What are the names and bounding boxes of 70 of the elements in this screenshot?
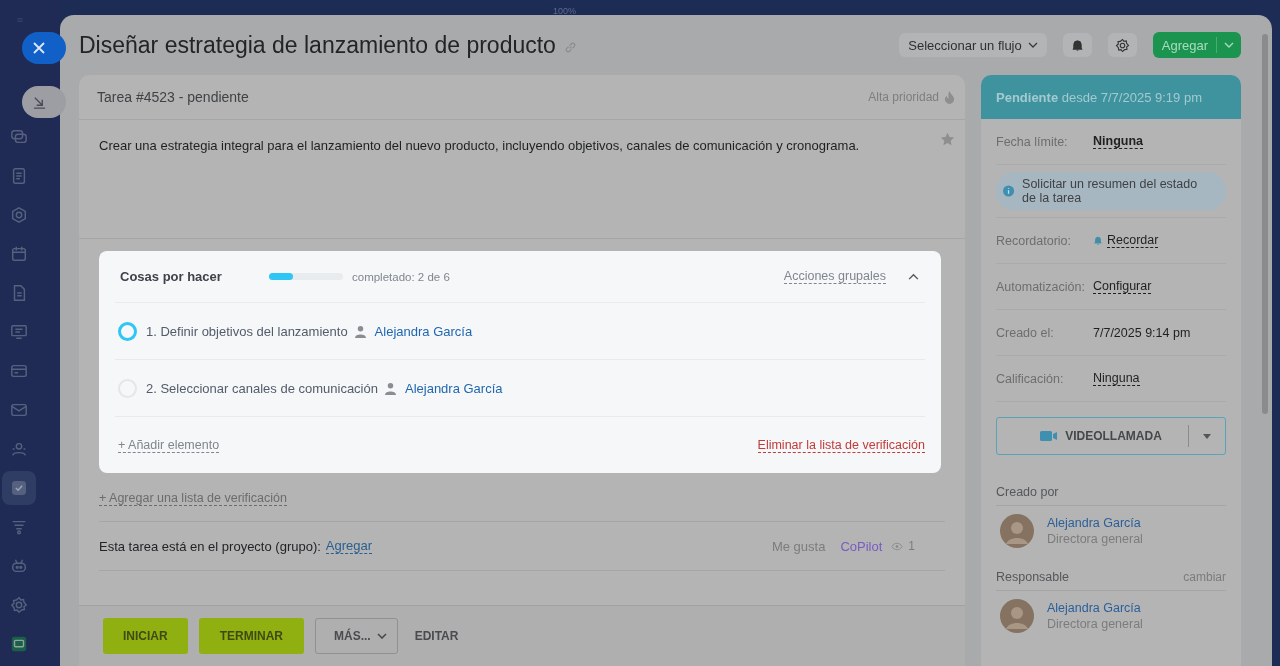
field-label: Automatización: (996, 279, 1086, 294)
chevron-down-icon (1027, 42, 1038, 48)
status-summary-button[interactable]: Solicitar un resumen del estado de la tarea (996, 172, 1226, 210)
info-icon (1003, 184, 1015, 198)
bell-icon (1070, 38, 1084, 52)
delete-checklist-link[interactable]: Eliminar la lista de verificación (757, 437, 925, 453)
finish-button[interactable]: TERMINAR (198, 618, 304, 654)
person-name-link[interactable]: Alejandra García (1047, 601, 1143, 615)
field-value-link[interactable]: Recordar (1107, 233, 1159, 248)
link-icon[interactable] (563, 40, 577, 54)
like-link[interactable]: Me gusta (771, 538, 826, 554)
add-checklist-link[interactable]: + Agregar una lista de verificación (99, 491, 287, 506)
flame-icon[interactable] (944, 89, 955, 105)
video-camera-icon (1040, 430, 1059, 442)
task-number-status: Tarea #4523 - pendiente (97, 89, 249, 105)
checklist-title: Cosas por hacer (120, 269, 223, 284)
chevron-down-icon (1224, 42, 1234, 48)
field-label: Creado el: (996, 325, 1055, 340)
scrollbar[interactable] (1262, 34, 1268, 414)
add-item-link[interactable]: + Añadir elemento (118, 437, 220, 453)
field-label: Calificación: (996, 371, 1065, 386)
notifications-button[interactable] (1062, 33, 1092, 57)
add-button[interactable]: Agregar (1152, 37, 1217, 53)
field-value-link[interactable]: Ninguna (1093, 134, 1143, 149)
chevron-down-icon (376, 633, 387, 639)
person-role: Directora general (1047, 532, 1143, 546)
view-count: 1 (908, 539, 915, 553)
avatar (1000, 514, 1034, 548)
settings-button[interactable] (1107, 33, 1137, 57)
group-actions-link[interactable]: Acciones grupales (783, 269, 886, 284)
bell-icon (1093, 235, 1103, 246)
start-button[interactable]: INICIAR (103, 618, 188, 654)
edit-button[interactable]: EDITAR (408, 628, 465, 644)
field-label: Fecha límite: (996, 134, 1069, 149)
caret-icon[interactable] (1203, 434, 1211, 439)
field-value-link[interactable]: Ninguna (1093, 371, 1140, 386)
field-value-link[interactable]: Configurar (1093, 279, 1152, 294)
checklist-item-label: 1. Definir objetivos del lanzamiento (146, 323, 348, 339)
field-value: 7/7/2025 9:14 pm (1093, 325, 1191, 340)
person-name-link[interactable]: Alejandra García (1047, 516, 1143, 530)
arrow-down-right-icon (32, 95, 46, 109)
progress-text: completado: 2 de 6 (352, 270, 450, 283)
copilot-link[interactable]: CoPilot (840, 538, 883, 554)
checkbox[interactable] (118, 321, 137, 341)
project-text: Esta tarea está en el proyecto (grupo): (99, 538, 321, 554)
section-title: Responsable (996, 570, 1069, 584)
close-icon (33, 42, 45, 54)
assignee-link[interactable]: Alejandra García (404, 380, 503, 396)
project-add-link[interactable]: Agregar (325, 538, 373, 554)
person-role: Directora general (1047, 617, 1143, 631)
eye-icon (891, 541, 904, 551)
task-title: Diseñar estrategia de lanzamiento de producto (79, 31, 556, 59)
task-description: Crear una estrategia integral para el lanzamiento del nuevo producto, incluyendo objetivos, canales de comunicación y cronograma. (99, 138, 861, 153)
star-icon[interactable] (940, 132, 955, 147)
person-icon (354, 324, 366, 338)
field-label: Recordatorio: (996, 233, 1073, 248)
settings-icon (1114, 37, 1130, 53)
chevron-icon[interactable] (908, 273, 919, 280)
more-button[interactable]: MÁS... (315, 618, 398, 654)
change-link[interactable]: cambiar (1183, 570, 1226, 584)
person-icon (384, 381, 396, 395)
avatar (1000, 599, 1034, 633)
assignee-link[interactable]: Alejandra García (374, 323, 473, 339)
zoom-level-label: 100% (553, 6, 577, 16)
flow-select[interactable]: Seleccionar un flujo (899, 33, 1047, 57)
tasks-icon[interactable] (2, 471, 36, 505)
video-call-button[interactable]: VIDEOLLAMADA (996, 417, 1226, 455)
status-header: Pendiente desde 7/7/2025 9:19 pm (981, 75, 1241, 119)
checklist-item-label: 2. Seleccionar canales de comunicación (146, 380, 378, 396)
section-title: Creado por (996, 485, 1059, 499)
